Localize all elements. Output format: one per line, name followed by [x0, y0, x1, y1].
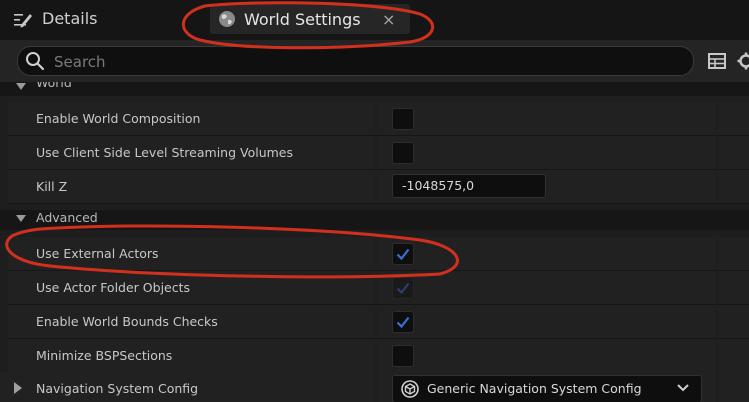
close-tab-icon[interactable]: × [382, 10, 395, 29]
property-value-cell [377, 339, 716, 373]
search-input[interactable] [52, 50, 676, 74]
property-name-cell: Use Client Side Level Streaming Volumes [8, 136, 375, 170]
tab-world-settings-label: World Settings [244, 10, 361, 29]
property-label: Use External Actors [36, 246, 159, 261]
settings-gear-icon[interactable] [737, 52, 749, 70]
search-toolbar [0, 40, 749, 82]
globe-icon [219, 11, 235, 27]
class-cube-icon [401, 380, 419, 398]
property-row-enable-world-bounds-checks: Enable World Bounds Checks [0, 305, 749, 339]
use-actor-folder-objects-checkbox[interactable] [392, 277, 414, 299]
enable-world-composition-checkbox[interactable] [392, 108, 414, 130]
row-extension-cell [718, 170, 749, 204]
minimize-bsp-sections-checkbox[interactable] [392, 345, 414, 367]
row-extension-cell [718, 372, 749, 402]
row-extension-cell [718, 305, 749, 339]
property-name-cell: Minimize BSPSections [8, 339, 375, 373]
collapse-arrow-icon [16, 215, 26, 222]
expand-arrow-icon[interactable] [14, 382, 22, 394]
use-external-actors-checkbox[interactable] [392, 243, 414, 265]
property-name-cell: Enable World Composition [8, 102, 375, 136]
property-row-navigation-system-config: Navigation System Config Generic Navigat… [0, 372, 749, 402]
row-extension-cell [718, 339, 749, 373]
details-pencil-icon [14, 14, 32, 28]
property-name-cell: Use External Actors [8, 237, 375, 271]
row-extension-cell [718, 102, 749, 136]
property-panel: World Enable World Composition Use Clien… [0, 82, 749, 402]
property-value-cell: -1048575,0 [377, 170, 716, 204]
property-label: Use Actor Folder Objects [36, 280, 191, 295]
category-advanced[interactable]: Advanced [0, 210, 749, 230]
property-label: Use Client Side Level Streaming Volumes [36, 145, 293, 160]
property-value-cell: Generic Navigation System Config [377, 372, 716, 402]
use-client-side-level-streaming-volumes-checkbox[interactable] [392, 142, 414, 164]
checkmark-icon [396, 316, 410, 329]
row-extension-cell [718, 237, 749, 271]
row-extension-cell [718, 271, 749, 305]
checkmark-icon [396, 282, 410, 295]
property-value-cell [377, 271, 716, 305]
category-world-label: World [36, 82, 72, 90]
search-icon [26, 52, 45, 71]
property-row-use-actor-folder-objects: Use Actor Folder Objects [0, 271, 749, 305]
property-value-cell [377, 102, 716, 136]
tab-details[interactable]: Details [0, 0, 205, 38]
category-advanced-label: Advanced [36, 210, 98, 225]
table-view-icon[interactable] [708, 52, 726, 70]
collapse-arrow-icon [16, 83, 26, 90]
property-value-cell [377, 237, 716, 271]
property-value-cell [377, 136, 716, 170]
property-value-cell [377, 305, 716, 339]
property-label: Kill Z [36, 179, 68, 194]
property-row-kill-z: Kill Z -1048575,0 [0, 170, 749, 204]
tab-bar: Details World Settings × [0, 0, 749, 40]
property-label: Enable World Bounds Checks [36, 314, 218, 329]
property-name-cell: Kill Z [8, 170, 375, 204]
chevron-down-icon [677, 384, 689, 392]
kill-z-input[interactable]: -1048575,0 [392, 174, 546, 198]
property-row-use-client-side-level-streaming-volumes: Use Client Side Level Streaming Volumes [0, 136, 749, 170]
property-row-enable-world-composition: Enable World Composition [0, 102, 749, 136]
enable-world-bounds-checks-checkbox[interactable] [392, 311, 414, 333]
tab-details-label: Details [42, 9, 98, 28]
kill-z-value: -1048575,0 [402, 178, 475, 193]
category-world[interactable]: World [0, 82, 749, 96]
property-name-cell: Navigation System Config [0, 372, 375, 402]
checkmark-icon [396, 248, 410, 261]
property-label: Minimize BSPSections [36, 348, 173, 363]
property-row-minimize-bsp-sections: Minimize BSPSections [0, 339, 749, 373]
property-row-use-external-actors: Use External Actors [0, 237, 749, 271]
property-name-cell: Enable World Bounds Checks [8, 305, 375, 339]
row-extension-cell [718, 136, 749, 170]
navigation-system-config-dropdown[interactable]: Generic Navigation System Config [392, 375, 702, 402]
search-box[interactable] [17, 46, 694, 76]
navigation-system-config-value: Generic Navigation System Config [427, 381, 642, 396]
property-name-cell: Use Actor Folder Objects [8, 271, 375, 305]
property-label: Enable World Composition [36, 111, 201, 126]
tab-world-settings[interactable]: World Settings × [210, 4, 410, 34]
property-label: Navigation System Config [36, 381, 199, 396]
